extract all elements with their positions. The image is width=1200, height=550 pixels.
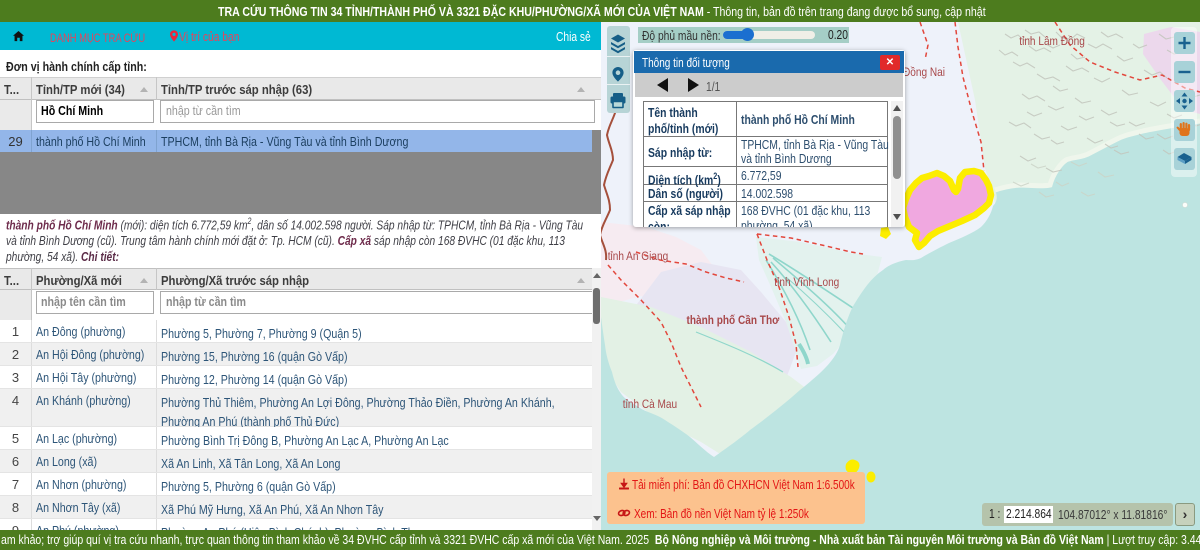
svg-text:tỉnh Lâm Đồng: tỉnh Lâm Đồng	[1019, 35, 1085, 48]
svg-text:thành phố Cần Thơ: thành phố Cần Thơ	[686, 314, 779, 327]
svg-text:tỉnh An Giang: tỉnh An Giang	[608, 250, 669, 263]
svg-text:tỉnh Cà Mau: tỉnh Cà Mau	[623, 398, 677, 411]
svg-text:Đồng Nai: Đồng Nai	[903, 66, 945, 79]
svg-text:tỉnh Vĩnh Long: tỉnh Vĩnh Long	[774, 276, 839, 289]
